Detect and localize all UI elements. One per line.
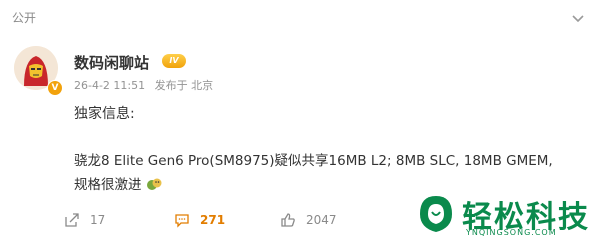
like-button[interactable]: 2047 — [280, 210, 337, 230]
post-meta: 26-4-2 11:51 发布于 北京 — [74, 77, 219, 93]
comment-icon — [175, 214, 189, 228]
post-text-line: 骁龙8 Elite Gen6 Pro(SM8975)疑似共享16MB L2; 8… — [74, 153, 553, 169]
share-button[interactable]: 17 — [64, 210, 105, 230]
comment-count: 271 — [200, 213, 226, 227]
visibility-label: 公开 — [12, 11, 37, 25]
share-count: 17 — [90, 213, 106, 227]
emoji-icon — [146, 178, 162, 190]
watermark: 轻松科技 YNQINGSONG.COM — [410, 190, 600, 240]
username[interactable]: 数码闲聊站 — [74, 52, 149, 73]
post-timestamp[interactable]: 26-4-2 11:51 — [74, 79, 145, 92]
post-text-line: 规格很激进 — [74, 173, 162, 193]
like-count: 2047 — [306, 213, 337, 227]
like-icon — [281, 213, 295, 227]
watermark-logo-icon — [420, 196, 452, 232]
post-header-bar: 公开 — [0, 0, 600, 36]
post-location: 发布于 北京 — [154, 79, 214, 92]
post-text: 规格很激进 — [74, 177, 142, 193]
level-badge-icon: IV — [162, 54, 186, 68]
verified-badge-icon: V — [47, 80, 63, 96]
chevron-down-icon[interactable] — [570, 10, 586, 26]
comment-button[interactable]: 271 — [174, 210, 225, 230]
watermark-url: YNQINGSONG.COM — [466, 228, 557, 237]
share-icon — [65, 213, 79, 227]
post-text-line: 独家信息: — [74, 106, 135, 122]
